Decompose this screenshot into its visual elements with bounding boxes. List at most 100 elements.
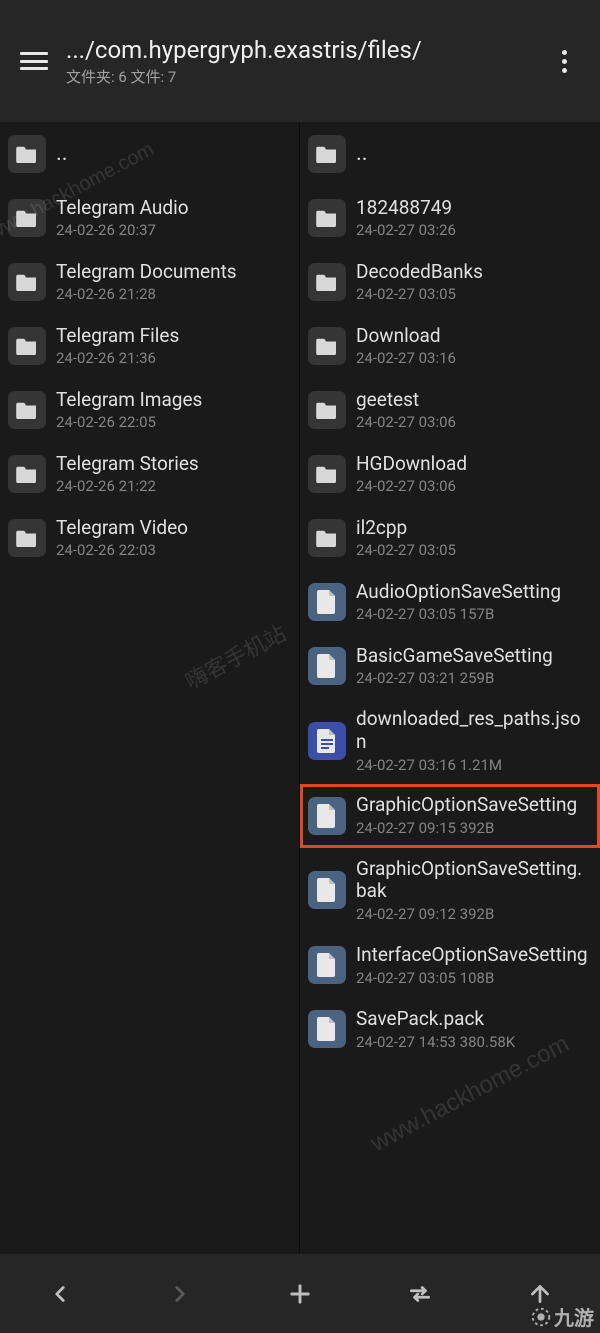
file-subtext: 24-02-27 09:12 392B — [356, 905, 590, 923]
file-name: Telegram Video — [56, 517, 289, 540]
file-icon — [308, 871, 346, 909]
file-meta: GraphicOptionSaveSetting 24-02-27 09:15 3… — [356, 794, 590, 837]
up-button[interactable] — [480, 1254, 600, 1333]
file-name: .. — [356, 143, 590, 165]
folder-icon — [8, 135, 46, 173]
title-block: .../com.hypergryph.exastris/files/ 文件夹: … — [66, 36, 540, 87]
swap-horizontal-icon — [405, 1281, 435, 1307]
file-row[interactable]: Telegram Stories24-02-26 21:22 — [0, 442, 299, 506]
swap-button[interactable] — [360, 1254, 480, 1333]
file-row[interactable]: SavePack.pack 24-02-27 14:53 380.58K — [300, 997, 600, 1061]
file-subtext: 24-02-27 09:15 392B — [356, 819, 590, 837]
folder-icon — [8, 519, 46, 557]
file-name: SavePack.pack — [356, 1008, 590, 1031]
file-row[interactable]: Telegram Documents24-02-26 21:28 — [0, 250, 299, 314]
folder-icon — [308, 263, 346, 301]
file-row[interactable]: il2cpp24-02-27 03:05 — [300, 506, 600, 570]
plus-icon — [286, 1280, 314, 1308]
file-name: GraphicOptionSaveSetting — [356, 794, 590, 817]
file-meta: Telegram Documents24-02-26 21:28 — [56, 261, 289, 304]
file-subtext: 24-02-27 14:53 380.58K — [356, 1033, 590, 1051]
file-row[interactable]: InterfaceOptionSaveSetting 24-02-27 03:05… — [300, 933, 600, 997]
folder-icon — [308, 455, 346, 493]
file-row[interactable]: geetest24-02-27 03:06 — [300, 378, 600, 442]
file-row[interactable]: 18248874924-02-27 03:26 — [300, 186, 600, 250]
folder-icon — [8, 455, 46, 493]
menu-button[interactable] — [6, 33, 62, 89]
more-menu-button[interactable] — [540, 33, 588, 89]
file-name: geetest — [356, 389, 590, 412]
add-button[interactable] — [240, 1254, 360, 1333]
file-subtext: 24-02-27 03:05 157B — [356, 605, 590, 623]
file-row[interactable]: Telegram Files24-02-26 21:36 — [0, 314, 299, 378]
folder-icon — [308, 135, 346, 173]
file-icon — [308, 946, 346, 984]
file-icon — [308, 1010, 346, 1048]
file-subtext: 24-02-26 21:22 — [56, 477, 289, 495]
file-row[interactable]: Download24-02-27 03:16 — [300, 314, 600, 378]
file-name: Telegram Stories — [56, 453, 289, 476]
folder-icon — [308, 199, 346, 237]
folder-icon — [308, 327, 346, 365]
file-subtext: 24-02-27 03:06 — [356, 413, 590, 431]
file-meta: Telegram Files24-02-26 21:36 — [56, 325, 289, 368]
arrow-up-icon — [527, 1281, 553, 1307]
chevron-left-icon — [47, 1281, 73, 1307]
file-row[interactable]: Telegram Video24-02-26 22:03 — [0, 506, 299, 570]
file-meta: .. — [356, 143, 590, 165]
file-row[interactable]: HGDownload24-02-27 03:06 — [300, 442, 600, 506]
file-icon — [308, 583, 346, 621]
folder-icon — [308, 519, 346, 557]
file-name: HGDownload — [356, 453, 590, 476]
file-row[interactable]: downloaded_res_paths.json24-02-27 03:16 … — [300, 698, 600, 784]
file-row[interactable]: AudioOptionSaveSetting24-02-27 03:05 157… — [300, 570, 600, 634]
file-row[interactable]: BasicGameSaveSetting24-02-27 03:21 259B — [300, 634, 600, 698]
chevron-right-icon — [167, 1281, 193, 1307]
forward-button[interactable] — [120, 1254, 240, 1333]
file-meta: .. — [56, 143, 289, 165]
file-subtext: 24-02-27 03:21 259B — [356, 669, 590, 687]
file-meta: downloaded_res_paths.json24-02-27 03:16 … — [356, 708, 590, 774]
file-name: 182488749 — [356, 197, 590, 220]
file-icon — [308, 797, 346, 835]
folder-icon — [8, 391, 46, 429]
file-meta: Telegram Audio24-02-26 20:37 — [56, 197, 289, 240]
folder-icon — [8, 263, 46, 301]
file-row[interactable]: .. — [300, 122, 600, 186]
file-panels: .. Telegram Audio24-02-26 20:37 Telegram D… — [0, 122, 600, 1254]
file-name: Telegram Files — [56, 325, 289, 348]
bottom-toolbar — [0, 1254, 600, 1333]
file-name: il2cpp — [356, 517, 590, 540]
file-name: BasicGameSaveSetting — [356, 645, 590, 668]
dot-icon — [562, 68, 567, 73]
file-meta: geetest24-02-27 03:06 — [356, 389, 590, 432]
left-panel[interactable]: .. Telegram Audio24-02-26 20:37 Telegram D… — [0, 122, 300, 1254]
file-meta: DecodedBanks24-02-27 03:05 — [356, 261, 590, 304]
file-subtext: 24-02-27 03:06 — [356, 477, 590, 495]
folder-icon — [8, 327, 46, 365]
dot-icon — [562, 59, 567, 64]
file-meta: Telegram Video24-02-26 22:03 — [56, 517, 289, 560]
file-subtext: 24-02-26 21:36 — [56, 349, 289, 367]
file-row[interactable]: GraphicOptionSaveSetting 24-02-27 09:15 3… — [300, 784, 600, 848]
file-subtext: 24-02-27 03:05 — [356, 541, 590, 559]
file-row[interactable]: Telegram Images24-02-26 22:05 — [0, 378, 299, 442]
file-meta: InterfaceOptionSaveSetting 24-02-27 03:05… — [356, 944, 590, 987]
file-name: InterfaceOptionSaveSetting — [356, 944, 590, 967]
file-icon — [308, 722, 346, 760]
file-meta: HGDownload24-02-27 03:06 — [356, 453, 590, 496]
file-name: .. — [56, 143, 289, 165]
file-name: Telegram Audio — [56, 197, 289, 220]
file-meta: Telegram Images24-02-26 22:05 — [56, 389, 289, 432]
file-meta: Download24-02-27 03:16 — [356, 325, 590, 368]
right-panel[interactable]: .. 18248874924-02-27 03:26 DecodedBanks24-… — [300, 122, 600, 1254]
path-subtitle: 文件夹: 6 文件: 7 — [66, 66, 540, 87]
file-row[interactable]: Telegram Audio24-02-26 20:37 — [0, 186, 299, 250]
file-row[interactable]: GraphicOptionSaveSetting.bak24-02-27 09:… — [300, 848, 600, 934]
file-subtext: 24-02-27 03:05 108B — [356, 969, 590, 987]
file-row[interactable]: DecodedBanks24-02-27 03:05 — [300, 250, 600, 314]
file-subtext: 24-02-26 22:03 — [56, 541, 289, 559]
back-button[interactable] — [0, 1254, 120, 1333]
file-row[interactable]: .. — [0, 122, 299, 186]
path-title: .../com.hypergryph.exastris/files/ — [66, 36, 540, 64]
